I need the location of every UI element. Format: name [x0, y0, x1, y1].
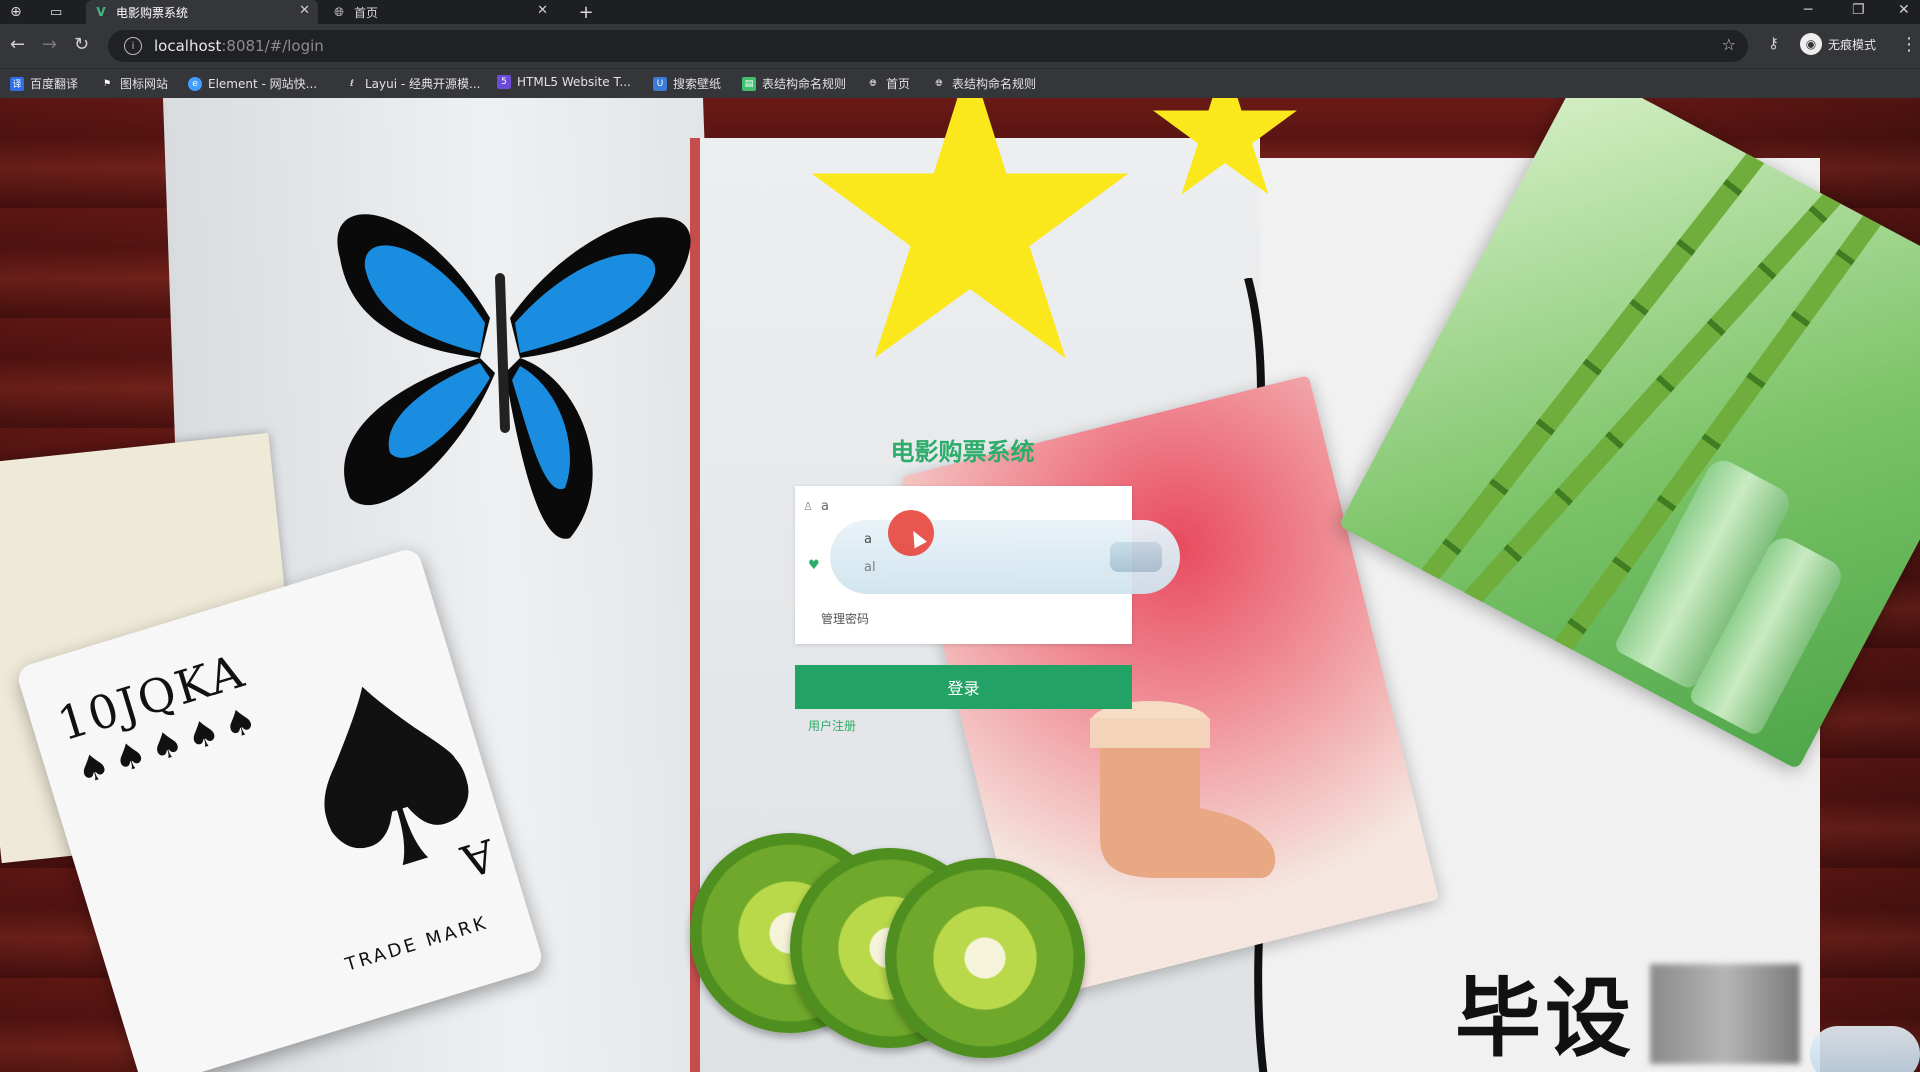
layui-logo-icon: ℓ: [350, 78, 354, 89]
butterfly-image: [337, 214, 691, 539]
close-window-icon[interactable]: ✕: [1898, 2, 1910, 18]
wallpaper-icon: U: [653, 76, 667, 91]
bookmark-label: 首页: [886, 77, 911, 91]
bookmark-item[interactable]: ⚑ 图标网站: [100, 75, 168, 92]
user-icon: ♙: [803, 499, 813, 513]
bookmark-label: HTML5 Website T...: [517, 75, 631, 89]
minimize-icon[interactable]: ─: [1804, 2, 1812, 18]
close-tab-icon[interactable]: ✕: [299, 3, 310, 18]
browser-toolbar: ← → ↻ i localhost:8081/#/login ☆ ⚷ ◉ 无痕模…: [0, 24, 1920, 68]
new-tab-button[interactable]: +: [574, 0, 598, 24]
bookmark-label: 表结构命名规则: [762, 77, 847, 91]
tab-home[interactable]: 🌐︎ 首页 ✕: [324, 0, 556, 24]
bookmark-star-icon[interactable]: ☆: [1722, 35, 1736, 54]
watermark-blur: [1650, 964, 1800, 1064]
bookmark-label: 搜索壁纸: [673, 77, 722, 91]
bookmark-item[interactable]: e Element - 网站快...: [188, 75, 317, 92]
bookmark-label: Element - 网站快...: [208, 77, 318, 91]
bookmark-item[interactable]: 🌐︎ 首页: [866, 75, 910, 92]
bookmark-item[interactable]: ▤ 表结构命名规则: [742, 75, 846, 92]
key-icon[interactable]: ⚷: [1768, 34, 1779, 52]
autocomplete-dropdown: a al: [830, 520, 1180, 594]
watermark-text: 毕设: [1455, 969, 1635, 1069]
back-icon[interactable]: ←: [10, 34, 25, 55]
translate-icon: 译: [10, 76, 24, 91]
html5-icon: 5: [497, 75, 511, 89]
input-method-bubble: [1810, 1026, 1920, 1072]
autocomplete-option[interactable]: a: [864, 532, 872, 547]
url-host: localhost: [154, 37, 222, 55]
forward-icon[interactable]: →: [42, 34, 57, 55]
register-link[interactable]: 用户注册: [808, 717, 856, 734]
username-value: a: [821, 498, 829, 514]
role-select-icon[interactable]: ♥: [808, 558, 820, 573]
bookmark-item[interactable]: U 搜索壁纸: [653, 75, 721, 92]
vue-logo-icon: V: [96, 5, 106, 19]
login-title: 电影购票系统: [890, 438, 1035, 466]
password-field[interactable]: 管理密码: [795, 598, 1132, 638]
more-menu-icon[interactable]: ⋮: [1900, 34, 1918, 55]
reload-icon[interactable]: ↻: [74, 34, 89, 55]
incognito-icon: ◉: [1800, 33, 1822, 55]
bookmark-label: 图标网站: [120, 77, 169, 91]
incognito-profile[interactable]: ◉ 无痕模式: [1800, 33, 1876, 55]
password-placeholder: 管理密码: [821, 611, 870, 626]
keyboard-icon: [1110, 542, 1162, 572]
bookmark-item[interactable]: 5 HTML5 Website T...: [497, 75, 631, 89]
site-info-icon[interactable]: i: [124, 37, 142, 55]
globe-icon: 🌐︎: [869, 78, 877, 89]
tab-overview-icon[interactable]: ▭: [50, 0, 80, 24]
bookmark-label: 百度翻译: [30, 77, 79, 91]
flag-icon: ⚑: [102, 78, 112, 89]
bookmark-item[interactable]: 🌐︎ 表结构命名规则: [932, 75, 1036, 92]
browser-menu-icon[interactable]: ⊕: [10, 0, 40, 24]
address-bar[interactable]: i localhost:8081/#/login ☆: [108, 30, 1748, 62]
tab-movie-system[interactable]: V 电影购票系统 ✕: [86, 0, 318, 24]
kiwi-image: [885, 858, 1085, 1058]
bookmarks-bar: 译百度翻译 ⚑ 图标网站 e Element - 网站快... ℓ Layui - 经…: [0, 68, 1920, 99]
element-logo-icon: e: [188, 76, 202, 91]
login-button[interactable]: 登录: [795, 665, 1132, 709]
doc-icon: ▤: [742, 76, 756, 91]
bookmark-item[interactable]: ℓ Layui - 经典开源模...: [345, 75, 480, 92]
tab-title: 首页: [354, 5, 379, 20]
globe-icon: 🌐︎: [334, 4, 344, 19]
url-path: :8081/#/login: [221, 37, 324, 55]
tab-title: 电影购票系统: [116, 5, 189, 20]
close-tab-icon[interactable]: ✕: [537, 3, 548, 18]
profile-label: 无痕模式: [1828, 37, 1877, 52]
restore-icon[interactable]: ❐: [1852, 2, 1865, 18]
globe-icon: 🌐︎: [935, 78, 943, 89]
bookmark-item[interactable]: 译百度翻译: [10, 75, 78, 92]
bookmark-label: 表结构命名规则: [952, 77, 1037, 91]
browser-tab-bar: ⊕ ▭ V 电影购票系统 ✕ 🌐︎ 首页 ✕ + ─ ❐ ✕: [0, 0, 1920, 24]
bookmark-label: Layui - 经典开源模...: [365, 77, 481, 91]
autocomplete-option[interactable]: al: [864, 560, 876, 575]
